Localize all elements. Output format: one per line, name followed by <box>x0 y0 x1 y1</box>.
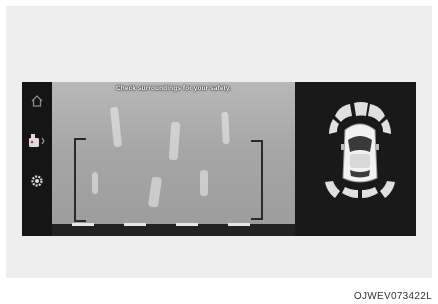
water-droplet <box>168 121 181 161</box>
water-droplet <box>221 111 230 145</box>
rear-bumper <box>52 223 295 236</box>
settings-gear-icon <box>31 175 43 187</box>
home-button[interactable] <box>26 90 48 112</box>
water-droplet <box>109 106 123 148</box>
front-far-left-sensor-zone <box>329 119 339 134</box>
safety-warning-text: Check surroundings for your safety. <box>116 85 231 92</box>
parking-sensor-diagram <box>325 102 395 198</box>
rear-camera-view: Check surroundings for your safety. <box>52 82 295 236</box>
bumper-stripe <box>176 223 198 226</box>
rear-center-right-sensor-zone <box>362 187 378 198</box>
rear-left-sensor-zone <box>325 181 340 198</box>
water-droplet <box>147 176 163 208</box>
water-droplet <box>200 170 208 196</box>
front-left-sensor-zone <box>335 104 352 122</box>
parking-view-button[interactable] <box>26 130 48 152</box>
front-right-sensor-zone <box>381 119 391 134</box>
left-sidebar <box>22 82 52 236</box>
front-center-right-sensor-zone <box>368 104 385 122</box>
bumper-stripe <box>72 223 94 226</box>
home-icon <box>31 95 43 107</box>
car-top-view <box>341 123 379 183</box>
infotainment-screen: Check surroundings for your safety. <box>22 82 416 236</box>
settings-button[interactable] <box>26 170 48 192</box>
left-guideline <box>74 138 86 222</box>
parking-view-icon <box>29 134 45 147</box>
rear-sensor-zones <box>325 181 395 198</box>
rear-center-left-sensor-zone <box>342 187 358 198</box>
bumper-stripe <box>124 223 146 226</box>
bumper-stripe <box>228 223 250 226</box>
water-droplet <box>92 172 98 194</box>
front-center-left-sensor-zone <box>354 102 368 116</box>
right-guideline <box>251 140 263 220</box>
parking-sensor-panel <box>295 82 416 236</box>
figure-code: OJWEV073422L <box>353 291 432 302</box>
rear-right-sensor-zone <box>380 181 395 198</box>
